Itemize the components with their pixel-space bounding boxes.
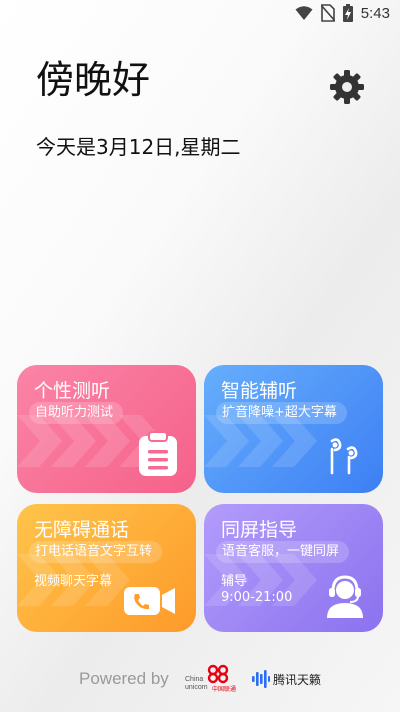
battery-charging-icon — [342, 4, 353, 22]
card-subtitle: 自助听力测试 — [29, 402, 124, 424]
china-unicom-logo: China unicom 中国联通 — [185, 664, 245, 693]
greeting-title: 傍晚好 — [36, 58, 151, 102]
unicom-en-line2: unicom — [185, 684, 208, 691]
no-sim-icon — [320, 4, 335, 22]
service-hours: 9:00-21:00 — [221, 590, 293, 605]
card-title: 同屏指导 — [221, 519, 298, 541]
gear-icon — [330, 70, 364, 104]
unicom-cn: 中国联通 — [212, 686, 237, 693]
card-personal-hearing-test[interactable]: 个性测听 自助听力测试 — [17, 365, 196, 493]
earphones-icon — [330, 438, 358, 475]
settings-button[interactable] — [328, 68, 366, 106]
headset-agent-icon — [327, 575, 363, 618]
unicom-en-line1: China — [185, 676, 204, 683]
card-screen-share-guide[interactable]: 同屏指导 语音客服，一键同屏 辅导 9:00-21:00 — [204, 504, 383, 632]
card-subtitle-line2: 辅导 — [221, 574, 248, 589]
card-title: 个性测听 — [34, 380, 111, 402]
powered-by-label: Powered by — [79, 669, 169, 688]
card-title: 智能辅听 — [221, 380, 298, 402]
clipboard-icon — [139, 431, 177, 476]
wifi-icon — [295, 6, 313, 20]
footer-branding: Powered by China unicom 中国联通 腾讯天籁 — [0, 664, 400, 694]
video-call-icon — [124, 587, 175, 615]
sound-wave-icon — [252, 670, 270, 688]
card-subtitle: 打电话语音文字互转 — [29, 541, 163, 563]
status-icons: 5:43 — [295, 4, 390, 22]
status-bar: 5:43 — [0, 0, 400, 28]
status-time: 5:43 — [360, 4, 390, 22]
tencent-label: 腾讯天籁 — [273, 673, 322, 687]
card-barrier-free-call[interactable]: 无障碍通话 打电话语音文字互转 视频聊天字幕 — [17, 504, 196, 632]
card-subtitle: 语音客服，一键同屏 — [216, 541, 350, 563]
unicom-knot-icon — [207, 664, 229, 684]
card-subtitle-line2: 视频聊天字幕 — [34, 574, 113, 589]
date-line: 今天是3月12日,星期二 — [36, 135, 241, 159]
card-smart-hearing-aid[interactable]: 智能辅听 扩音降噪+超大字幕 — [204, 365, 383, 493]
card-title: 无障碍通话 — [34, 519, 130, 541]
card-subtitle: 扩音降噪+超大字幕 — [216, 402, 347, 424]
tencent-tianlai-logo: 腾讯天籁 — [252, 668, 324, 690]
